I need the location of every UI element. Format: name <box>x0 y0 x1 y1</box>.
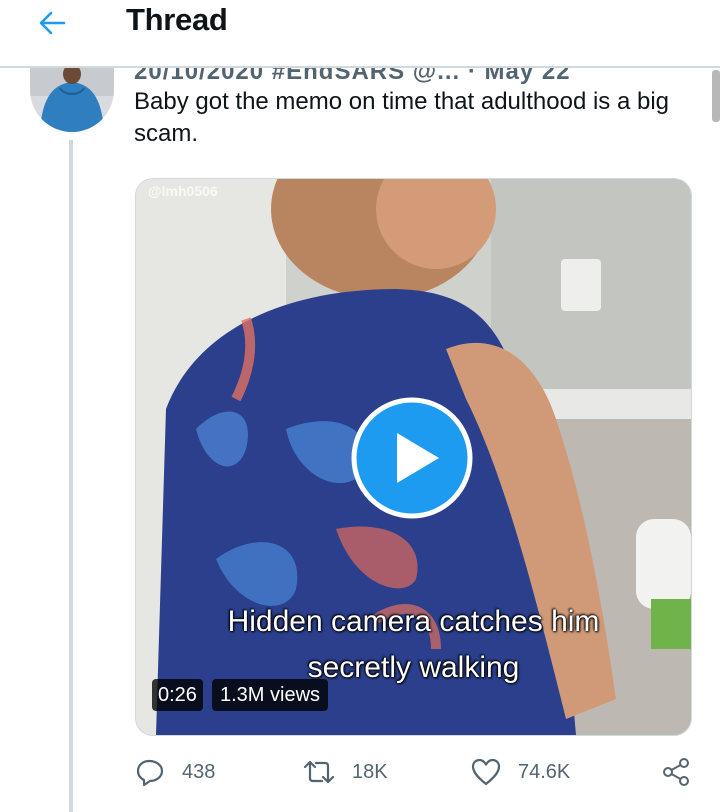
caption-line-1: Hidden camera catches him <box>227 605 600 638</box>
video-duration: 0:26 <box>152 679 203 711</box>
video-caption: Hidden camera catches him secretly walki… <box>136 599 691 691</box>
like-count: 74.6K <box>518 760 571 783</box>
page-title: Thread <box>126 2 228 37</box>
retweet-icon <box>303 760 335 784</box>
back-button[interactable] <box>36 6 70 40</box>
video-views: 1.3M views <box>212 679 329 711</box>
avatar[interactable] <box>30 66 114 132</box>
video-watermark: @lmh0506 <box>148 183 218 199</box>
video-player[interactable]: @lmh0506 Hidden camera catches him secre… <box>135 178 692 736</box>
scrollbar-thumb[interactable] <box>712 70 720 122</box>
thread-connector-line <box>69 140 73 812</box>
header-divider <box>0 66 720 68</box>
heart-icon <box>471 758 501 786</box>
reply-icon <box>136 759 164 787</box>
arrow-left-icon <box>39 11 66 35</box>
play-button[interactable] <box>351 397 473 519</box>
tweet-text: Baby got the memo on time that adulthood… <box>134 88 669 147</box>
thread-header: Thread <box>0 0 720 66</box>
retweet-count: 18K <box>352 760 388 783</box>
like-button[interactable]: 74.6K <box>470 752 570 792</box>
tweet-actions: 438 18K 74.6K <box>134 752 694 792</box>
reply-count: 438 <box>182 760 216 783</box>
reply-button[interactable]: 438 <box>134 752 215 792</box>
share-icon <box>663 758 689 786</box>
share-button[interactable] <box>662 752 692 792</box>
retweet-button[interactable]: 18K <box>302 752 388 792</box>
play-icon <box>351 397 473 519</box>
